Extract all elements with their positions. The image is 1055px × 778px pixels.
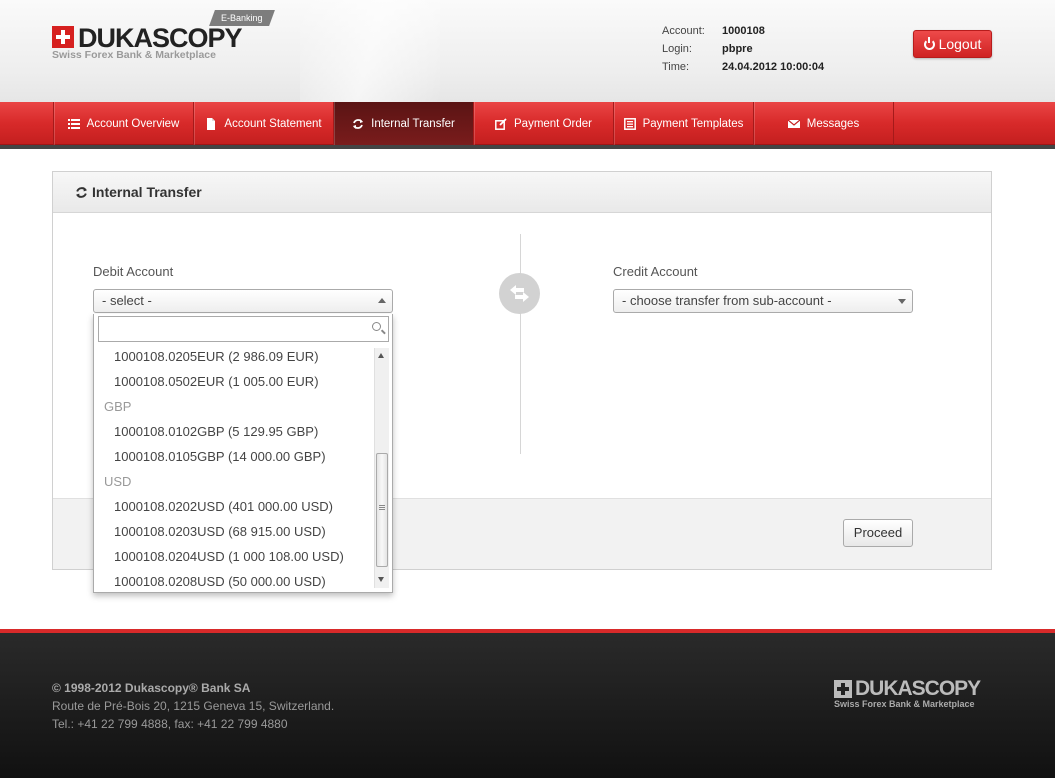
chevron-up-icon <box>378 298 386 303</box>
nav-internal-transfer[interactable]: Internal Transfer <box>334 102 474 145</box>
footer-copyright: © 1998-2012 Dukascopy® Bank SA <box>52 681 251 695</box>
debit-account-dropdown: 1000108.0205EUR (2 986.09 EUR) 1000108.0… <box>93 314 393 593</box>
ebanking-badge: E-Banking <box>209 10 275 26</box>
refresh-icon <box>75 174 88 198</box>
edit-icon <box>495 117 507 130</box>
swap-accounts-button[interactable] <box>499 273 540 314</box>
footer-phone: Tel.: +41 22 799 4888, fax: +41 22 799 4… <box>52 717 288 731</box>
ebanking-badge-label: E-Banking <box>221 13 263 23</box>
dropdown-option[interactable]: 1000108.0203USD (68 915.00 USD) <box>94 519 374 544</box>
document-icon <box>205 117 217 130</box>
nav-label: Messages <box>806 117 860 130</box>
account-label: Account: <box>662 25 705 37</box>
credit-account-select[interactable]: - choose transfer from sub-account - <box>613 289 913 313</box>
footer-logo-tagline: Swiss Forex Bank & Marketplace <box>834 699 975 709</box>
footer: © 1998-2012 Dukascopy® Bank SA Route de … <box>0 633 1055 778</box>
nav-label: Account Overview <box>86 117 180 130</box>
proceed-button[interactable]: Proceed <box>843 519 913 547</box>
dropdown-option[interactable]: 1000108.0202USD (401 000.00 USD) <box>94 494 374 519</box>
header: DUKASCOPY Swiss Forex Bank & Marketplace… <box>0 0 1055 102</box>
template-icon <box>623 117 636 130</box>
scrollbar-thumb[interactable] <box>376 453 388 567</box>
dropdown-option[interactable]: 1000108.0502EUR (1 005.00 EUR) <box>94 369 374 394</box>
dropdown-option[interactable]: 1000108.0208USD (50 000.00 USD) <box>94 569 374 592</box>
list-icon <box>67 118 80 130</box>
dropdown-option[interactable]: 1000108.0102GBP (5 129.95 GBP) <box>94 419 374 444</box>
logo-tagline: Swiss Forex Bank & Marketplace <box>52 49 216 61</box>
nav-label: Payment Order <box>514 117 592 130</box>
nav-payment-order[interactable]: Payment Order <box>474 102 614 145</box>
search-icon <box>372 322 381 331</box>
nav-label: Internal Transfer <box>371 117 455 130</box>
nav-label: Account Statement <box>224 117 322 130</box>
column-divider <box>520 234 521 454</box>
dropdown-option[interactable]: 1000108.0105GBP (14 000.00 GBP) <box>94 444 374 469</box>
credit-account-label: Credit Account <box>613 264 698 279</box>
grip-icon <box>379 505 385 506</box>
scroll-down-icon[interactable] <box>378 577 384 582</box>
logout-label: Logout <box>938 36 982 52</box>
footer-logo-wordmark: DUKASCOPY <box>855 677 981 700</box>
nav-account-overview[interactable]: Account Overview <box>54 102 194 145</box>
logout-button[interactable]: Logout <box>913 30 992 58</box>
login-value: pbpre <box>722 43 753 55</box>
nav-payment-templates[interactable]: Payment Templates <box>614 102 754 145</box>
scroll-up-icon[interactable] <box>378 353 384 358</box>
chevron-down-icon <box>898 299 906 304</box>
dropdown-options-list: 1000108.0205EUR (2 986.09 EUR) 1000108.0… <box>94 344 374 592</box>
account-info: Account: 1000108 Login: pbpre Time: 24.04.2… <box>662 22 824 76</box>
dropdown-option[interactable]: 1000108.0205EUR (2 986.09 EUR) <box>94 344 374 369</box>
credit-selected-value: - choose transfer from sub-account - <box>622 293 832 308</box>
dropdown-option[interactable]: 1000108.0204USD (1 000 108.00 USD) <box>94 544 374 569</box>
nav-label: Payment Templates <box>642 117 744 130</box>
debit-selected-value: - select - <box>102 293 152 308</box>
header-sheen <box>300 0 440 102</box>
account-value: 1000108 <box>722 25 765 37</box>
swiss-cross-icon <box>834 680 852 698</box>
swap-arrows-icon <box>510 285 529 302</box>
swiss-cross-icon <box>52 26 74 48</box>
panel-title: Internal Transfer <box>92 184 202 200</box>
envelope-icon <box>787 118 800 130</box>
nav-shadow-bar <box>0 145 1055 149</box>
dropdown-search-input[interactable] <box>98 316 389 342</box>
time-value: 24.04.2012 10:00:04 <box>722 61 825 73</box>
panel-header: Internal Transfer <box>53 172 991 213</box>
dropdown-group-label: USD <box>104 474 132 489</box>
dropdown-scrollbar[interactable] <box>374 348 389 588</box>
debit-account-label: Debit Account <box>93 264 174 279</box>
power-icon <box>923 37 935 50</box>
nav-messages[interactable]: Messages <box>754 102 894 145</box>
login-label: Login: <box>662 43 692 55</box>
debit-account-select[interactable]: - select - <box>93 289 393 313</box>
nav-account-statement[interactable]: Account Statement <box>194 102 334 145</box>
refresh-icon <box>352 118 364 130</box>
footer-address: Route de Pré-Bois 20, 1215 Geneva 15, Sw… <box>52 699 335 713</box>
main-nav: Account Overview Account Statement Inter… <box>0 102 1055 145</box>
time-label: Time: <box>662 61 690 73</box>
dropdown-group-label: GBP <box>104 399 132 414</box>
